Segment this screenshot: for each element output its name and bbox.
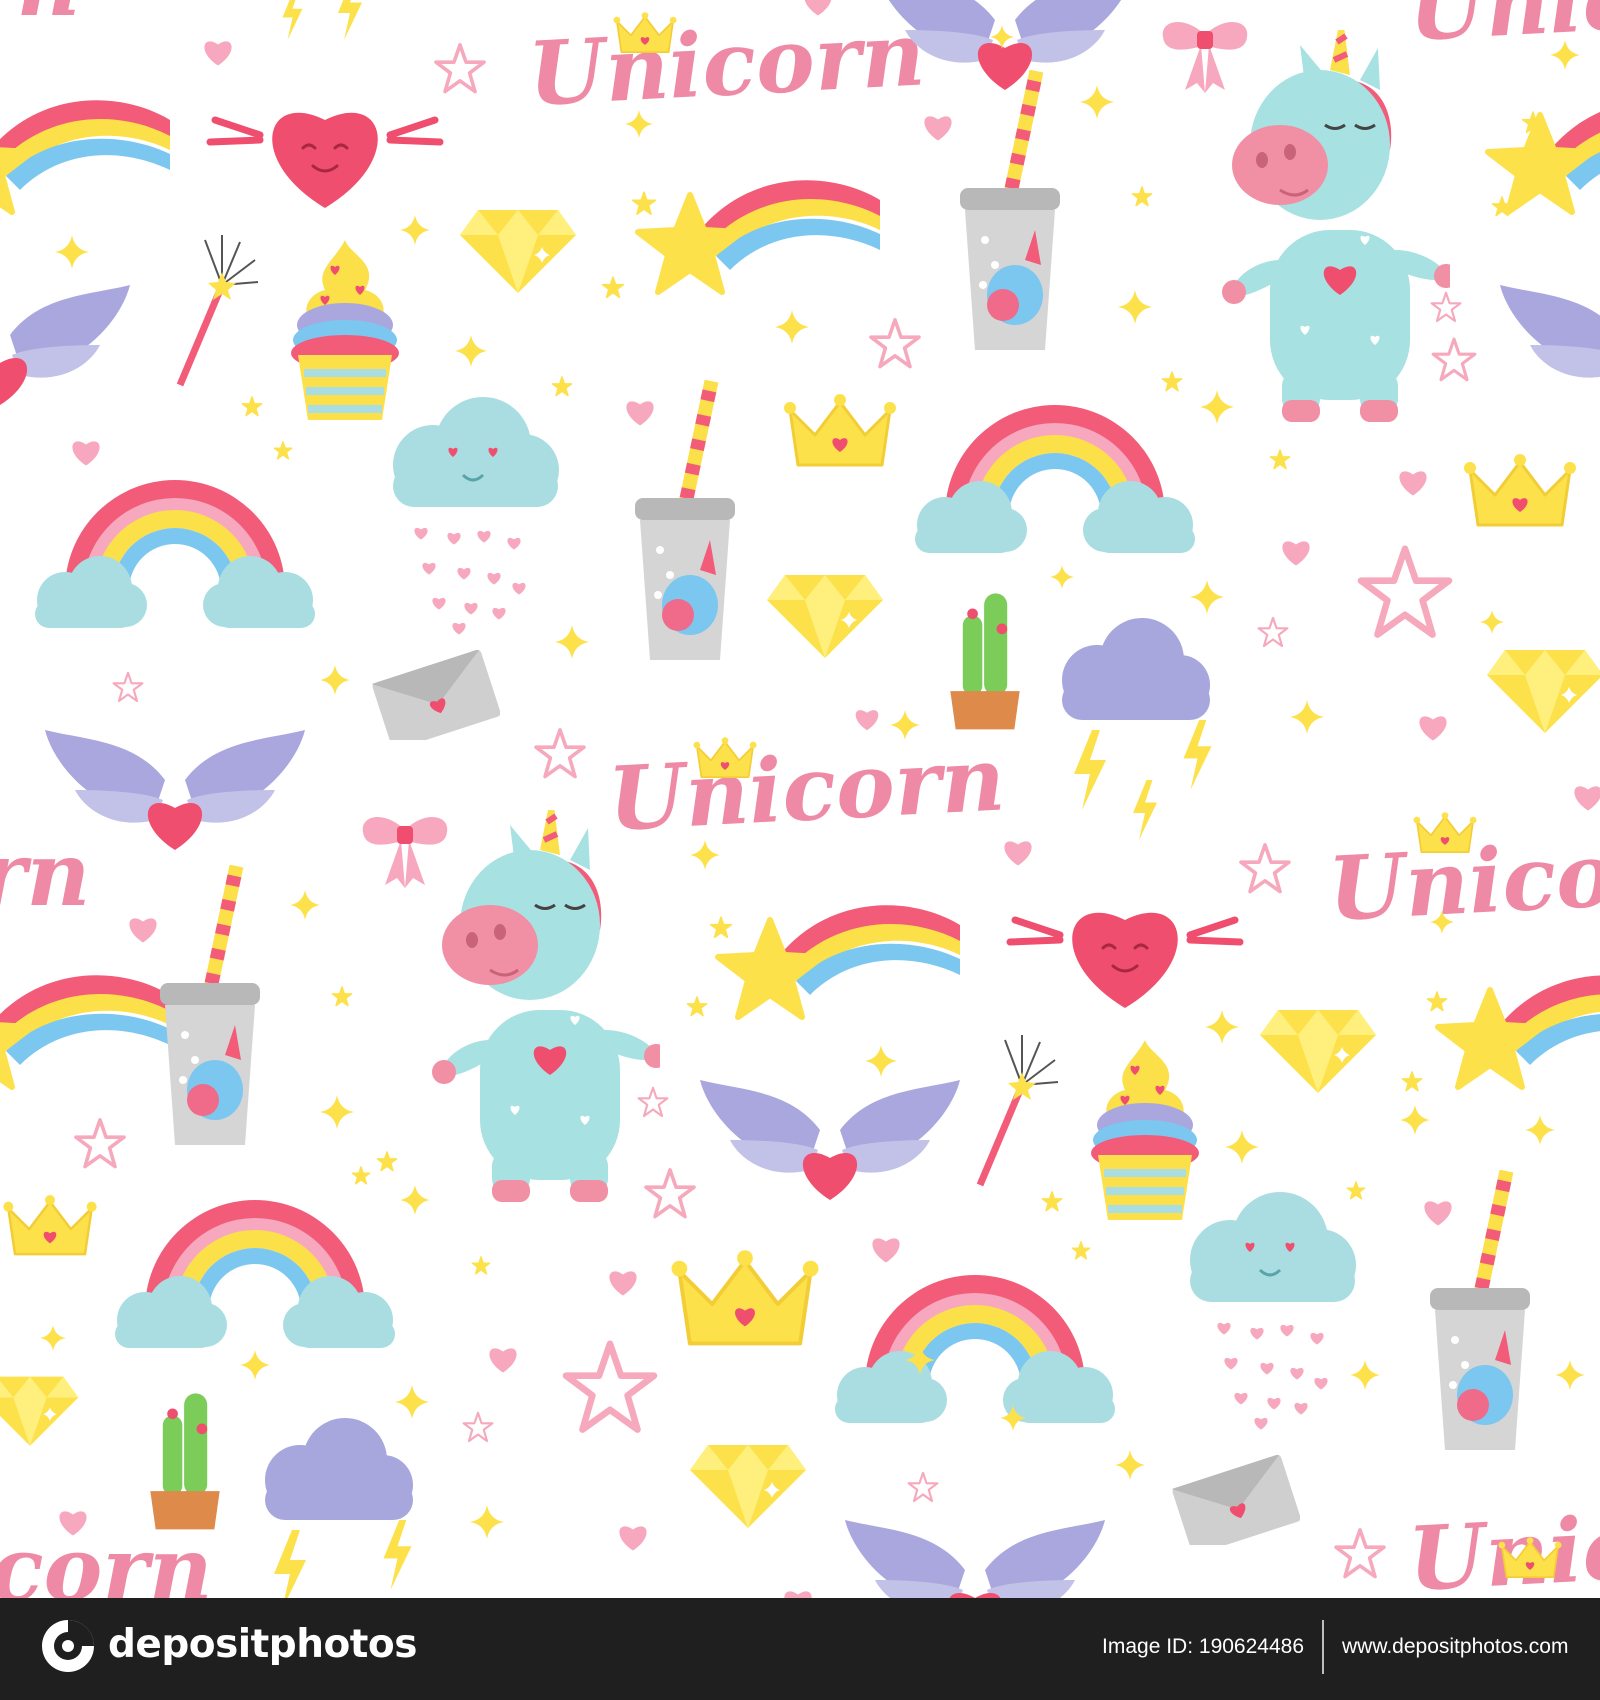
image-id: Image ID: 190624486 [1102, 1635, 1304, 1658]
stock-image-preview: Unicorn Unicorn Unicorn Unicorn Unicorn [0, 0, 1600, 1700]
unicorn-word-partial: corn [0, 1517, 213, 1598]
site-url[interactable]: www.depositphotos.com [1342, 1634, 1568, 1660]
unicorn-word: Unicorn [606, 726, 1008, 851]
unicorn-word-partial: rn [0, 0, 80, 36]
brand-name: depositphotos [108, 1622, 417, 1667]
unicorn-seamless-pattern: Unicorn Unicorn Unicorn Unicorn Unicorn [0, 0, 1600, 1598]
unicorn-word-partial: rn [0, 822, 90, 926]
unicorn-word: Unicorn [526, 1, 928, 126]
depositphotos-logo-icon [42, 1620, 94, 1672]
footer-divider [1322, 1620, 1324, 1674]
